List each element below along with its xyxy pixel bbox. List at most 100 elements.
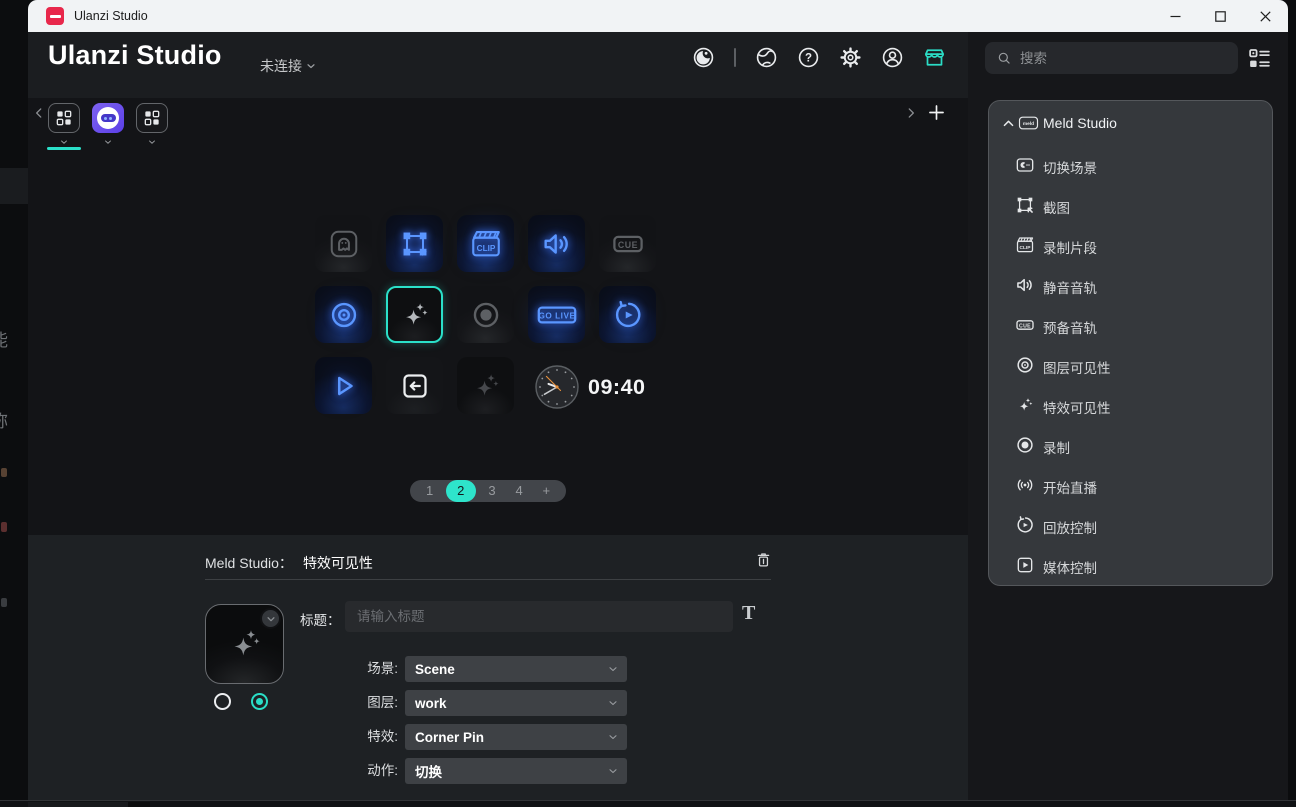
connection-dropdown[interactable]: 未连接 [260, 56, 317, 76]
action-item-label: 截图 [1043, 201, 1070, 216]
radio-option-1[interactable] [214, 693, 231, 710]
field-label: 特效: [367, 729, 398, 744]
help-icon[interactable]: ? [797, 46, 820, 69]
tab-page-grid-2[interactable] [136, 103, 168, 144]
tab-device[interactable] [92, 103, 124, 144]
select-动作[interactable]: 切换 [405, 758, 627, 784]
taskbar-segment [28, 802, 128, 807]
tab-page-grid-1[interactable] [47, 103, 81, 150]
replay-icon [612, 299, 644, 331]
action-item-label: 预备音轨 [1043, 321, 1097, 336]
background-mark [1, 468, 7, 477]
select-图层[interactable]: work [405, 690, 627, 716]
maximize-icon [1215, 10, 1226, 22]
background-glyph: 能 [0, 326, 8, 351]
chevron-down-icon[interactable] [59, 137, 69, 147]
deck-button-eye[interactable] [315, 286, 372, 343]
chevron-down-icon [607, 765, 619, 777]
clock-widget[interactable]: 09:40 [535, 365, 646, 409]
minimize-button[interactable] [1153, 0, 1198, 32]
action-item-record[interactable]: 录制 [989, 425, 1272, 465]
deck-button-ghost[interactable] [315, 215, 372, 272]
action-item-broadcast[interactable]: 开始直播 [989, 465, 1272, 505]
record-icon [1015, 435, 1035, 455]
chevron-down-icon[interactable] [103, 137, 113, 147]
theme-icon[interactable] [692, 46, 715, 69]
chevron-down-icon [305, 60, 317, 72]
delete-action-button[interactable] [754, 550, 773, 569]
clock-icon [535, 365, 579, 409]
tile-style-dropdown[interactable] [260, 608, 281, 629]
group-header-meld-studio[interactable]: meld Meld Studio [989, 101, 1272, 145]
account-icon[interactable] [881, 46, 904, 69]
select-场景[interactable]: Scene [405, 656, 627, 682]
search-box[interactable] [985, 42, 1238, 74]
background-glyph: 称 [0, 407, 8, 432]
action-item-scene-switch[interactable]: 切换场景 [989, 145, 1272, 185]
app-logo-icon [46, 7, 64, 25]
deck-button-replay[interactable] [599, 286, 656, 343]
svg-text:CLIP: CLIP [1020, 245, 1032, 251]
action-item-sparkles[interactable]: 特效可见性 [989, 385, 1272, 425]
page-tab-2[interactable]: 2 [445, 480, 476, 502]
deck-button-clip[interactable]: CLIP [457, 215, 514, 272]
sparkles-icon [469, 369, 503, 403]
maximize-button[interactable] [1198, 0, 1243, 32]
deck-button-sparkles[interactable] [386, 286, 443, 343]
action-item-replay[interactable]: 回放控制 [989, 505, 1272, 545]
device-avatar-icon [92, 103, 124, 133]
globe-icon[interactable] [755, 46, 778, 69]
deck-button-back[interactable] [386, 357, 443, 414]
store-icon[interactable] [923, 46, 946, 69]
tabs-next-button[interactable] [904, 106, 918, 120]
taskbar-segment [128, 802, 150, 807]
broadcast-icon [1015, 475, 1035, 495]
close-button[interactable] [1243, 0, 1288, 32]
action-item-screenshot[interactable]: 截图 [989, 185, 1272, 225]
action-item-label: 录制 [1043, 441, 1070, 456]
tabs-prev-button[interactable] [32, 106, 46, 120]
title-input[interactable] [345, 601, 733, 632]
action-item-clip[interactable]: CLIP 录制片段 [989, 225, 1272, 265]
taskbar-strip [0, 800, 1296, 807]
deck-button-sparkles[interactable] [457, 357, 514, 414]
page-tab-3[interactable]: 3 [481, 480, 503, 502]
deck-button-play[interactable] [315, 357, 372, 414]
field-label: 图层: [367, 695, 398, 710]
grid-icon [54, 108, 74, 128]
action-item-speaker[interactable]: 静音音轨 [989, 265, 1272, 305]
gear-icon[interactable] [839, 46, 862, 69]
screenshot-icon [1015, 195, 1035, 215]
deck-button-record[interactable] [457, 286, 514, 343]
editor-action-name: 特效可见性 [302, 555, 373, 571]
record-icon [470, 299, 502, 331]
deck-button-cue[interactable]: CUE [599, 215, 656, 272]
select-value: Corner Pin [415, 729, 485, 745]
close-icon [1260, 10, 1271, 22]
chevron-down-icon[interactable] [147, 137, 157, 147]
window-controls [1153, 0, 1288, 32]
action-item-cue[interactable]: CUE 预备音轨 [989, 305, 1272, 345]
action-item-media[interactable]: 媒体控制 [989, 545, 1272, 585]
main-area: Ulanzi Studio 未连接 ? CLIP CUE GO LIVE 09:40… [28, 32, 968, 800]
background-mark [1, 598, 7, 607]
search-input[interactable] [1020, 50, 1238, 66]
add-page-tab[interactable]: + [535, 480, 557, 502]
clip-icon: CLIP [1015, 235, 1035, 255]
list-view-toggle-icon[interactable] [1247, 46, 1272, 71]
select-特效[interactable]: Corner Pin [405, 724, 627, 750]
page-tab-1[interactable]: 1 [419, 480, 441, 502]
page-tab-4[interactable]: 4 [508, 480, 530, 502]
add-page-button[interactable] [926, 102, 947, 123]
action-item-label: 图层可见性 [1043, 361, 1111, 376]
text-style-button[interactable]: T [742, 602, 755, 625]
deck-button-speaker[interactable] [528, 215, 585, 272]
action-item-eye[interactable]: 图层可见性 [989, 345, 1272, 385]
svg-text:meld: meld [1023, 121, 1034, 127]
deck-button-golive[interactable]: GO LIVE [528, 286, 585, 343]
editor-separator [205, 579, 771, 580]
actions-sidebar: meld Meld Studio 切换场景截图 CLIP 录制片段静音音轨 CUE 预备… [968, 32, 1288, 800]
app-header: Ulanzi Studio 未连接 ? [28, 32, 968, 98]
deck-button-corner-pin[interactable] [386, 215, 443, 272]
field-label: 场景: [367, 661, 398, 676]
